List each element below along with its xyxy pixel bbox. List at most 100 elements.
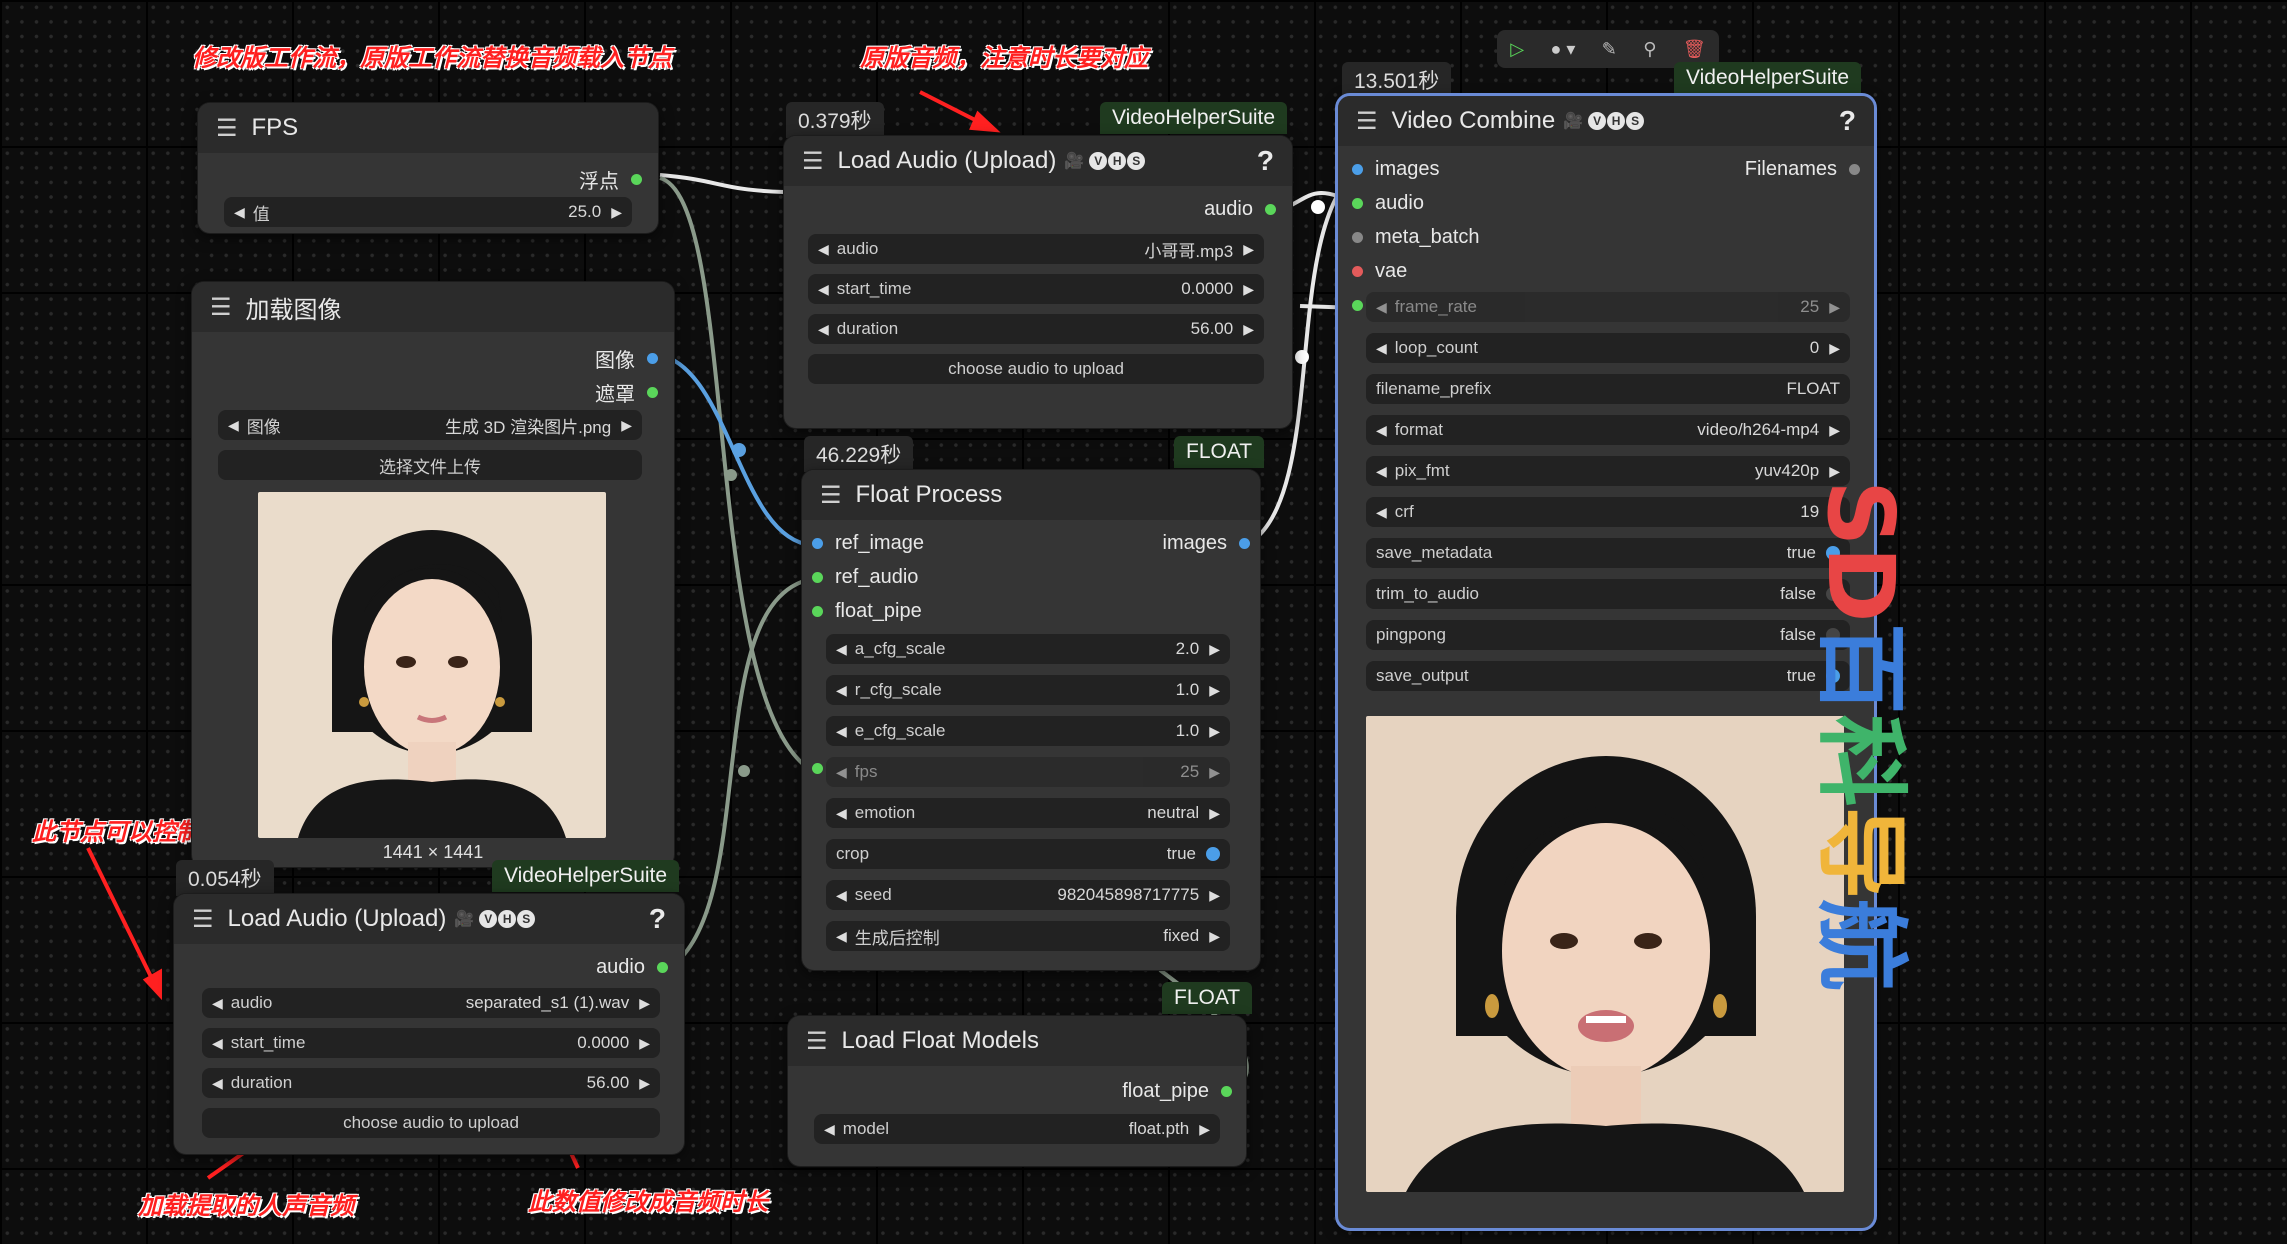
menu-icon[interactable]: ☰ — [192, 905, 214, 934]
decrement-arrow-icon[interactable]: ◀ — [234, 204, 245, 221]
increment-arrow-icon[interactable]: ▶ — [1243, 281, 1254, 298]
node-title-bar[interactable]: ☰ Load Audio (Upload) 🎥 V H S ? — [174, 894, 684, 944]
output-slot-filenames[interactable]: Filenames — [1745, 158, 1860, 181]
slot-dot[interactable] — [1352, 232, 1363, 243]
menu-icon[interactable]: ☰ — [210, 293, 232, 322]
increment-arrow-icon[interactable]: ▶ — [611, 204, 622, 221]
video-combine-node[interactable]: ☰ Video Combine 🎥 V H S ? images audio meta_… — [1338, 96, 1874, 1228]
decrement-arrow-icon[interactable]: ◀ — [212, 995, 223, 1012]
input-slot-vae[interactable]: vae — [1352, 260, 1407, 283]
start-time-widget[interactable]: ◀ start_time 0.0000 ▶ — [808, 274, 1264, 304]
decrement-arrow-icon[interactable]: ◀ — [228, 417, 239, 434]
crf-widget[interactable]: ◀ crf 19 ▶ — [1366, 497, 1850, 527]
video-preview[interactable] — [1366, 716, 1844, 1192]
slot-dot[interactable] — [812, 606, 823, 617]
filename-prefix-field[interactable]: filename_prefix FLOAT — [1366, 374, 1850, 404]
input-slot-frame-rate[interactable] — [1352, 300, 1363, 311]
decrement-arrow-icon[interactable]: ◀ — [1376, 422, 1387, 439]
slot-dot[interactable] — [647, 353, 658, 364]
decrement-arrow-icon[interactable]: ◀ — [818, 281, 829, 298]
slot-dot[interactable] — [1352, 300, 1363, 311]
model-select-widget[interactable]: ◀ model float.pth ▶ — [814, 1114, 1220, 1144]
decrement-arrow-icon[interactable]: ◀ — [836, 641, 847, 658]
record-icon[interactable]: ● ▾ — [1550, 39, 1575, 60]
float-process-node[interactable]: ☰ Float Process ref_image ref_audio float… — [802, 470, 1260, 970]
decrement-arrow-icon[interactable]: ◀ — [836, 928, 847, 945]
audio-select-widget[interactable]: ◀ audio 小哥哥.mp3 ▶ — [808, 234, 1264, 264]
fps-widget[interactable]: ◀ fps 25 ▶ — [826, 757, 1230, 787]
node-title-bar[interactable]: ☰ Video Combine 🎥 V H S ? — [1338, 96, 1874, 146]
output-slot-float[interactable]: 浮点 — [579, 165, 642, 194]
pix-fmt-select-widget[interactable]: ◀ pix_fmt yuv420p ▶ — [1366, 456, 1850, 486]
help-icon[interactable]: ? — [1839, 105, 1856, 137]
decrement-arrow-icon[interactable]: ◀ — [836, 887, 847, 904]
menu-icon[interactable]: ☰ — [216, 114, 238, 143]
output-slot-mask[interactable]: 遮罩 — [595, 378, 658, 407]
upload-file-button[interactable]: 选择文件上传 — [218, 450, 642, 480]
slot-dot[interactable] — [1221, 1086, 1232, 1097]
input-slot-ref-image[interactable]: ref_image — [812, 532, 924, 555]
load-audio-top-node[interactable]: ☰ Load Audio (Upload) 🎥 V H S ? audio ◀ audio… — [784, 136, 1292, 428]
r-cfg-scale-widget[interactable]: ◀ r_cfg_scale 1.0 ▶ — [826, 675, 1230, 705]
slot-dot[interactable] — [1265, 204, 1276, 215]
slot-dot[interactable] — [657, 962, 668, 973]
increment-arrow-icon[interactable]: ▶ — [1829, 463, 1840, 480]
slot-dot[interactable] — [647, 387, 658, 398]
increment-arrow-icon[interactable]: ▶ — [1209, 723, 1220, 740]
decrement-arrow-icon[interactable]: ◀ — [1376, 504, 1387, 521]
decrement-arrow-icon[interactable]: ◀ — [1376, 340, 1387, 357]
duration-widget[interactable]: ◀ duration 56.00 ▶ — [202, 1068, 660, 1098]
output-slot-float-pipe[interactable]: float_pipe — [1122, 1080, 1232, 1103]
menu-icon[interactable]: ☰ — [820, 481, 842, 510]
input-slot-fps[interactable] — [812, 763, 823, 774]
image-select-widget[interactable]: ◀ 图像 生成 3D 渲染图片.png ▶ — [218, 410, 642, 440]
increment-arrow-icon[interactable]: ▶ — [1829, 422, 1840, 439]
e-cfg-scale-widget[interactable]: ◀ e_cfg_scale 1.0 ▶ — [826, 716, 1230, 746]
frame-rate-widget[interactable]: ◀ frame_rate 25 ▶ — [1366, 292, 1850, 322]
output-slot-image[interactable]: 图像 — [595, 344, 658, 373]
choose-audio-button[interactable]: choose audio to upload — [202, 1108, 660, 1138]
choose-audio-button[interactable]: choose audio to upload — [808, 354, 1264, 384]
slot-dot[interactable] — [812, 763, 823, 774]
output-slot-audio[interactable]: audio — [596, 956, 668, 979]
increment-arrow-icon[interactable]: ▶ — [1209, 928, 1220, 945]
input-slot-meta-batch[interactable]: meta_batch — [1352, 226, 1480, 249]
output-slot-audio[interactable]: audio — [1204, 198, 1276, 221]
slot-dot[interactable] — [812, 572, 823, 583]
increment-arrow-icon[interactable]: ▶ — [1209, 887, 1220, 904]
seed-widget[interactable]: ◀ seed 982045898717775 ▶ — [826, 880, 1230, 910]
output-slot-images[interactable]: images — [1163, 532, 1250, 555]
loop-count-widget[interactable]: ◀ loop_count 0 ▶ — [1366, 333, 1850, 363]
start-time-widget[interactable]: ◀ start_time 0.0000 ▶ — [202, 1028, 660, 1058]
decrement-arrow-icon[interactable]: ◀ — [836, 805, 847, 822]
pingpong-toggle[interactable]: pingpong false — [1366, 620, 1850, 650]
node-title-bar[interactable]: ☰ Load Float Models — [788, 1016, 1246, 1066]
increment-arrow-icon[interactable]: ▶ — [1243, 241, 1254, 258]
slot-dot[interactable] — [1849, 164, 1860, 175]
toggle-on-icon[interactable] — [1206, 847, 1220, 861]
decrement-arrow-icon[interactable]: ◀ — [212, 1035, 223, 1052]
slot-dot[interactable] — [812, 538, 823, 549]
increment-arrow-icon[interactable]: ▶ — [1209, 641, 1220, 658]
slot-dot[interactable] — [1352, 164, 1363, 175]
decrement-arrow-icon[interactable]: ◀ — [818, 321, 829, 338]
increment-arrow-icon[interactable]: ▶ — [621, 417, 632, 434]
trim-to-audio-toggle[interactable]: trim_to_audio false — [1366, 579, 1850, 609]
increment-arrow-icon[interactable]: ▶ — [1209, 682, 1220, 699]
increment-arrow-icon[interactable]: ▶ — [639, 1075, 650, 1092]
node-title-bar[interactable]: ☰ Load Audio (Upload) 🎥 V H S ? — [784, 136, 1292, 186]
slot-dot[interactable] — [1239, 538, 1250, 549]
node-title-bar[interactable]: ☰ 加载图像 — [192, 282, 674, 332]
slot-dot[interactable] — [1352, 266, 1363, 277]
increment-arrow-icon[interactable]: ▶ — [1829, 340, 1840, 357]
load-float-models-node[interactable]: ☰ Load Float Models float_pipe ◀ model floa… — [788, 1016, 1246, 1166]
fps-value-widget[interactable]: ◀ 值 25.0 ▶ — [224, 197, 632, 227]
menu-icon[interactable]: ☰ — [1356, 107, 1378, 136]
play-icon[interactable]: ▷ — [1510, 39, 1524, 60]
increment-arrow-icon[interactable]: ▶ — [1829, 299, 1840, 316]
decrement-arrow-icon[interactable]: ◀ — [212, 1075, 223, 1092]
input-slot-audio[interactable]: audio — [1352, 192, 1424, 215]
input-slot-float-pipe[interactable]: float_pipe — [812, 600, 922, 623]
increment-arrow-icon[interactable]: ▶ — [1199, 1121, 1210, 1138]
a-cfg-scale-widget[interactable]: ◀ a_cfg_scale 2.0 ▶ — [826, 634, 1230, 664]
